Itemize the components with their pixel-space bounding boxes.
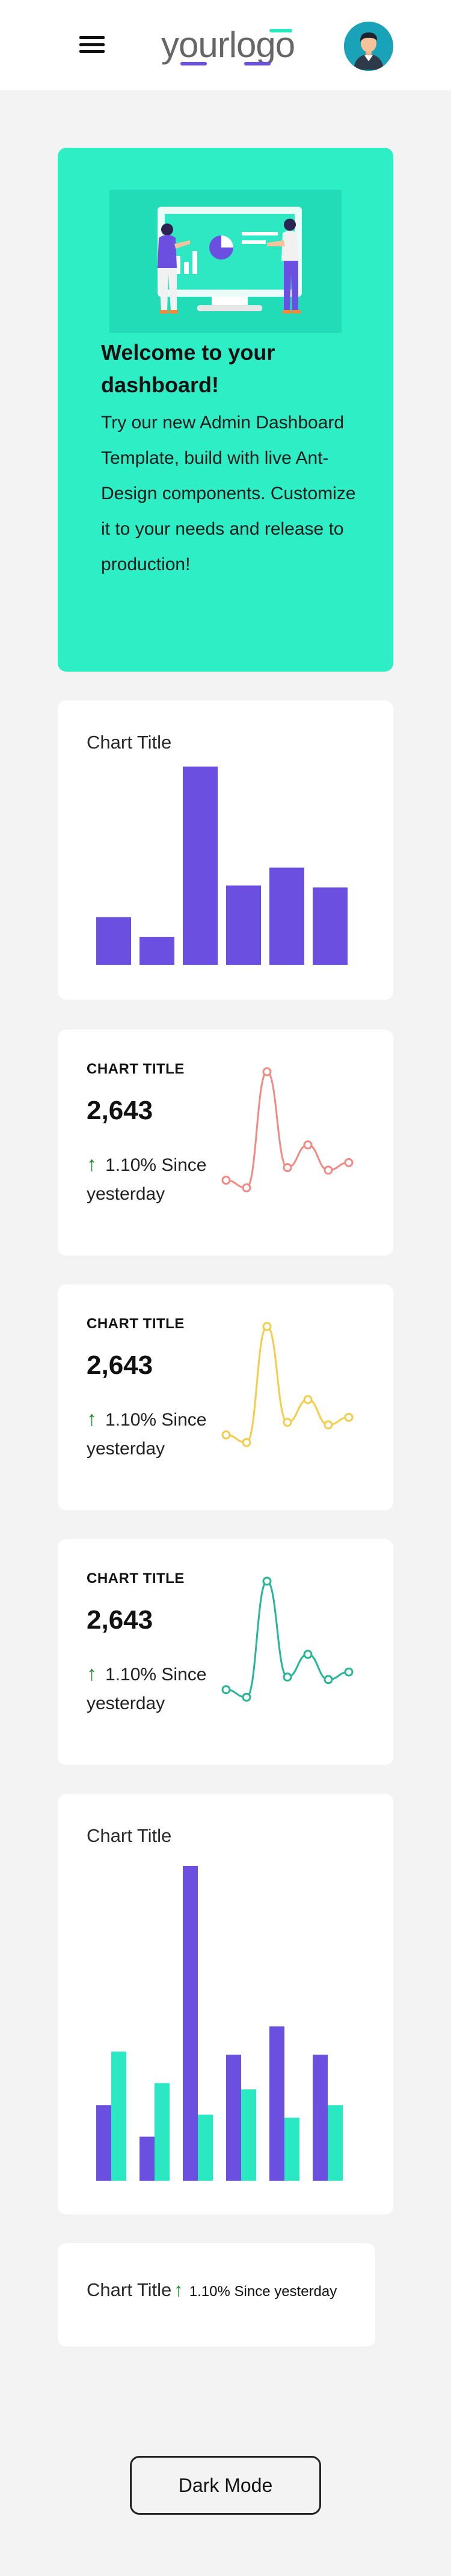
summary-title: Chart Title (87, 2279, 172, 2300)
data-point (344, 1667, 354, 1677)
top-header: yourlogo (0, 0, 451, 90)
stat-value: 2,643 (87, 1096, 153, 1125)
data-point (283, 1418, 292, 1427)
stat-card: CHART TITLE 2,643 ↑ 1.10% Since yesterday (58, 1284, 393, 1510)
logo-underline-mark (180, 62, 207, 65)
stat-title: CHART TITLE (87, 1316, 185, 1332)
logo[interactable]: yourlogo (161, 24, 311, 66)
bar (269, 2026, 284, 2181)
sparkline-chart (221, 1322, 354, 1447)
bar (313, 2055, 328, 2181)
stat-delta-text: 1.10% Since yesterday (87, 1155, 207, 1204)
sparkline-chart (221, 1067, 354, 1192)
bar (269, 867, 304, 965)
stat-title: CHART TITLE (87, 1570, 185, 1587)
data-point (344, 1412, 354, 1422)
summary-card: Chart Title ↑ 1.10% Since yesterday (58, 2243, 375, 2347)
bar (183, 767, 218, 965)
data-point (221, 1430, 231, 1440)
data-point (283, 1672, 292, 1682)
welcome-card: Welcome to your dashboard! Try our new A… (58, 148, 393, 672)
bar (96, 2105, 111, 2181)
hamburger-menu-icon[interactable] (78, 34, 106, 55)
bar (226, 886, 261, 965)
data-point (344, 1158, 354, 1167)
data-point (324, 1165, 333, 1175)
stat-delta-text: 1.10% Since yesterday (87, 1410, 207, 1459)
bar-chart-card: Chart Title (58, 700, 393, 1000)
data-point (262, 1067, 272, 1077)
grouped-bar-chart-card: Chart Title (58, 1794, 393, 2214)
stat-value: 2,643 (87, 1350, 153, 1380)
stat-value: 2,643 (87, 1605, 153, 1635)
data-point (324, 1420, 333, 1430)
logo-overline-mark (269, 29, 292, 32)
welcome-title: Welcome to your dashboard! (101, 340, 275, 397)
grouped-bar-chart (96, 1866, 343, 2181)
bar (284, 2118, 299, 2181)
data-point (242, 1183, 251, 1192)
bar (140, 2136, 155, 2181)
bar (111, 2052, 126, 2181)
sparkline-chart (221, 1576, 354, 1702)
arrow-up-icon: ↑ (87, 1662, 97, 1685)
welcome-description: Try our new Admin Dashboard Template, bu… (101, 413, 356, 574)
data-point (221, 1685, 231, 1695)
stat-title: CHART TITLE (87, 1061, 185, 1077)
data-point (242, 1692, 251, 1702)
bar (226, 2055, 241, 2181)
bar (155, 2083, 170, 2181)
data-point (303, 1395, 313, 1405)
bar (198, 2114, 213, 2181)
bar (241, 2089, 256, 2181)
stat-card: CHART TITLE 2,643 ↑ 1.10% Since yesterday (58, 1030, 393, 1256)
bar-chart (96, 767, 348, 965)
bar (183, 1866, 198, 2181)
data-point (262, 1322, 272, 1331)
summary-delta: 1.10% Since yesterday (189, 2283, 337, 2300)
dark-mode-button[interactable]: Dark Mode (130, 2456, 321, 2515)
stat-delta: ↑ 1.10% Since yesterday (87, 1659, 243, 1718)
data-point (221, 1176, 231, 1185)
bar (140, 937, 174, 965)
dashboard-presentation-illustration (109, 190, 342, 333)
arrow-up-icon: ↑ (174, 2279, 183, 2300)
stat-delta: ↑ 1.10% Since yesterday (87, 1150, 243, 1209)
bar (328, 2105, 343, 2181)
data-point (303, 1140, 313, 1150)
stat-delta-text: 1.10% Since yesterday (87, 1665, 207, 1713)
bar (96, 917, 131, 965)
summary-row: Chart Title ↑ 1.10% Since yesterday (87, 2279, 337, 2301)
user-avatar-icon[interactable] (344, 22, 393, 71)
arrow-up-icon: ↑ (87, 1408, 97, 1430)
bar (313, 887, 348, 965)
data-point (242, 1438, 251, 1447)
stat-card: CHART TITLE 2,643 ↑ 1.10% Since yesterday (58, 1539, 393, 1765)
data-point (303, 1650, 313, 1659)
data-point (324, 1675, 333, 1684)
data-point (262, 1576, 272, 1586)
data-point (283, 1163, 292, 1173)
stat-delta: ↑ 1.10% Since yesterday (87, 1405, 243, 1463)
logo-underline-mark (244, 62, 271, 65)
arrow-up-icon: ↑ (87, 1153, 97, 1176)
